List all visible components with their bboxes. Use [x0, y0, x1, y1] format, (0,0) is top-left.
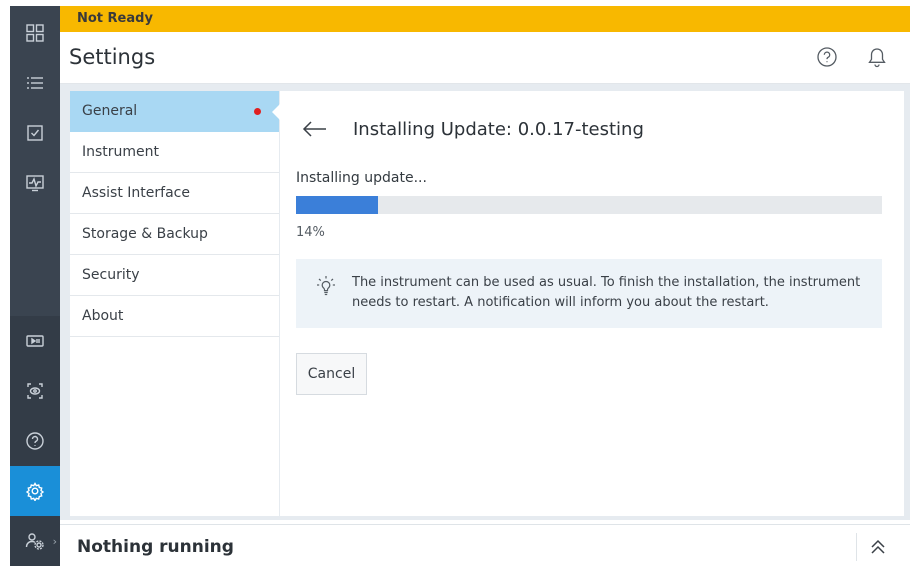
- run-status-text: Nothing running: [77, 537, 234, 557]
- help-button[interactable]: [815, 45, 839, 69]
- settings-nav-item-security[interactable]: Security: [70, 255, 279, 296]
- rail-help-button[interactable]: [10, 416, 60, 466]
- settings-nav-label: Instrument: [82, 144, 160, 160]
- cancel-button[interactable]: Cancel: [296, 353, 367, 395]
- divider: [856, 533, 857, 561]
- settings-nav-label: Storage & Backup: [82, 226, 208, 242]
- double-chevron-up-icon: [871, 539, 885, 554]
- rail-settings-button[interactable]: [10, 466, 60, 516]
- rail-dashboard-button[interactable]: [10, 8, 60, 58]
- arrow-left-icon: [302, 121, 326, 137]
- settings-nav: General Instrument Assist Interface Stor…: [70, 91, 280, 516]
- rail-tasks-button[interactable]: [10, 108, 60, 158]
- update-panel: Installing Update: 0.0.17-testing Instal…: [280, 91, 904, 516]
- settings-nav-item-storage-backup[interactable]: Storage & Backup: [70, 214, 279, 255]
- page-title: Settings: [69, 45, 156, 69]
- help-icon: [817, 47, 837, 67]
- progress-percent: 14%: [296, 225, 325, 240]
- progress-bar: [296, 196, 882, 214]
- panel-title: Installing Update: 0.0.17-testing: [353, 119, 644, 140]
- settings-nav-label: General: [82, 103, 138, 119]
- run-status-bar: Nothing running: [60, 524, 910, 568]
- progress-label: Installing update...: [296, 170, 427, 186]
- active-indicator-notch: [272, 104, 280, 120]
- media-control-icon: [26, 335, 44, 347]
- lightbulb-icon: [316, 275, 336, 297]
- settings-nav-item-general[interactable]: General: [70, 91, 280, 132]
- chevron-right-icon: ›: [52, 534, 57, 548]
- progress-bar-fill: [296, 196, 379, 214]
- checkbox-icon: [27, 125, 43, 141]
- rail-media-button[interactable]: [10, 316, 60, 366]
- rail-monitor-button[interactable]: [10, 158, 60, 208]
- settings-nav-label: About: [82, 308, 124, 324]
- app-rail: ›: [10, 6, 60, 566]
- help-icon: [26, 432, 44, 450]
- notification-dot: [254, 108, 261, 115]
- settings-nav-item-assist-interface[interactable]: Assist Interface: [70, 173, 279, 214]
- rail-list-button[interactable]: [10, 58, 60, 108]
- settings-nav-item-instrument[interactable]: Instrument: [70, 132, 279, 173]
- settings-nav-item-about[interactable]: About: [70, 296, 279, 337]
- page-header: Settings: [60, 32, 910, 84]
- camera-eye-icon: [27, 383, 43, 399]
- list-icon: [27, 77, 43, 89]
- user-settings-icon: [25, 533, 44, 550]
- status-banner: Not Ready: [60, 6, 910, 32]
- dashboard-grid-icon: [26, 24, 44, 42]
- expand-button[interactable]: [866, 535, 890, 559]
- info-message: The instrument can be used as usual. To …: [296, 259, 882, 328]
- settings-nav-label: Assist Interface: [82, 185, 190, 201]
- bell-icon: [868, 48, 886, 68]
- gear-icon: [25, 482, 45, 501]
- info-message-text: The instrument can be used as usual. To …: [352, 275, 861, 310]
- notifications-button[interactable]: [865, 45, 889, 69]
- rail-user-settings-button[interactable]: ›: [10, 516, 60, 566]
- rail-vision-button[interactable]: [10, 366, 60, 416]
- back-button[interactable]: [302, 117, 330, 141]
- status-banner-text: Not Ready: [77, 11, 153, 26]
- monitor-chart-icon: [26, 175, 44, 192]
- settings-nav-label: Security: [82, 267, 140, 283]
